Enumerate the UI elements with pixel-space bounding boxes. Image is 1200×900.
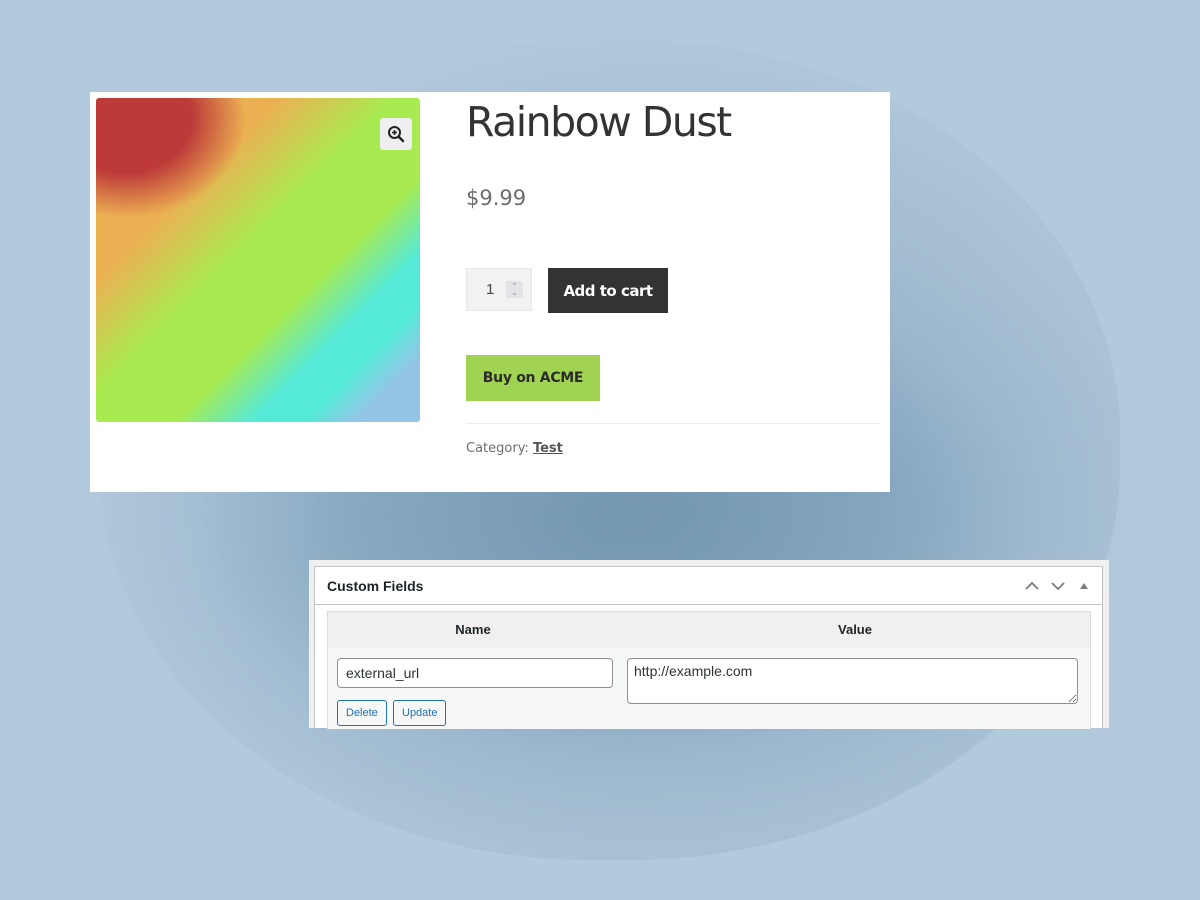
custom-fields-table: Name Value http://example.com Delete Upd… <box>327 611 1091 729</box>
chevron-up-icon[interactable]: ⌃ <box>512 283 518 290</box>
product-title: Rainbow Dust <box>466 98 732 146</box>
move-down-icon <box>1051 581 1065 590</box>
toggle-panel-button[interactable] <box>1076 578 1092 594</box>
divider <box>466 423 880 424</box>
table-header: Name Value <box>328 612 1090 648</box>
product-price: $9.99 <box>466 186 527 210</box>
column-header-value: Value <box>838 622 872 637</box>
panel-title: Custom Fields <box>327 577 424 594</box>
move-up-icon <box>1025 581 1039 590</box>
field-name-input[interactable] <box>337 658 613 688</box>
delete-button[interactable]: Delete <box>337 700 387 726</box>
column-header-name: Name <box>455 622 491 637</box>
panel-controls <box>1024 567 1092 604</box>
quantity-spinner[interactable]: ⌃ ⌄ <box>506 281 523 298</box>
update-button[interactable]: Update <box>393 700 447 726</box>
custom-fields-panel: Custom Fields Name Value http://ex <box>314 566 1103 729</box>
product-category: Category: Test <box>466 441 563 456</box>
move-up-button[interactable] <box>1024 578 1040 594</box>
product-card: Rainbow Dust $9.99 1 ⌃ ⌄ Add to cart Buy… <box>90 92 890 492</box>
panel-header: Custom Fields <box>315 567 1102 605</box>
zoom-in-icon <box>388 126 405 143</box>
quantity-value[interactable]: 1 <box>486 281 500 298</box>
quantity-stepper[interactable]: 1 ⌃ ⌄ <box>466 268 532 311</box>
add-to-cart-button[interactable]: Add to cart <box>548 268 668 313</box>
category-label: Category: <box>466 441 529 456</box>
category-link[interactable]: Test <box>533 441 563 456</box>
product-image[interactable] <box>96 98 420 422</box>
image-zoom-button[interactable] <box>380 118 412 150</box>
toggle-panel-icon <box>1080 582 1088 589</box>
custom-fields-panel-wrapper: Custom Fields Name Value http://ex <box>309 560 1109 729</box>
chevron-down-icon[interactable]: ⌄ <box>512 290 518 297</box>
buy-on-acme-button[interactable]: Buy on ACME <box>466 355 600 401</box>
move-down-button[interactable] <box>1050 578 1066 594</box>
field-value-textarea[interactable]: http://example.com <box>627 658 1078 704</box>
